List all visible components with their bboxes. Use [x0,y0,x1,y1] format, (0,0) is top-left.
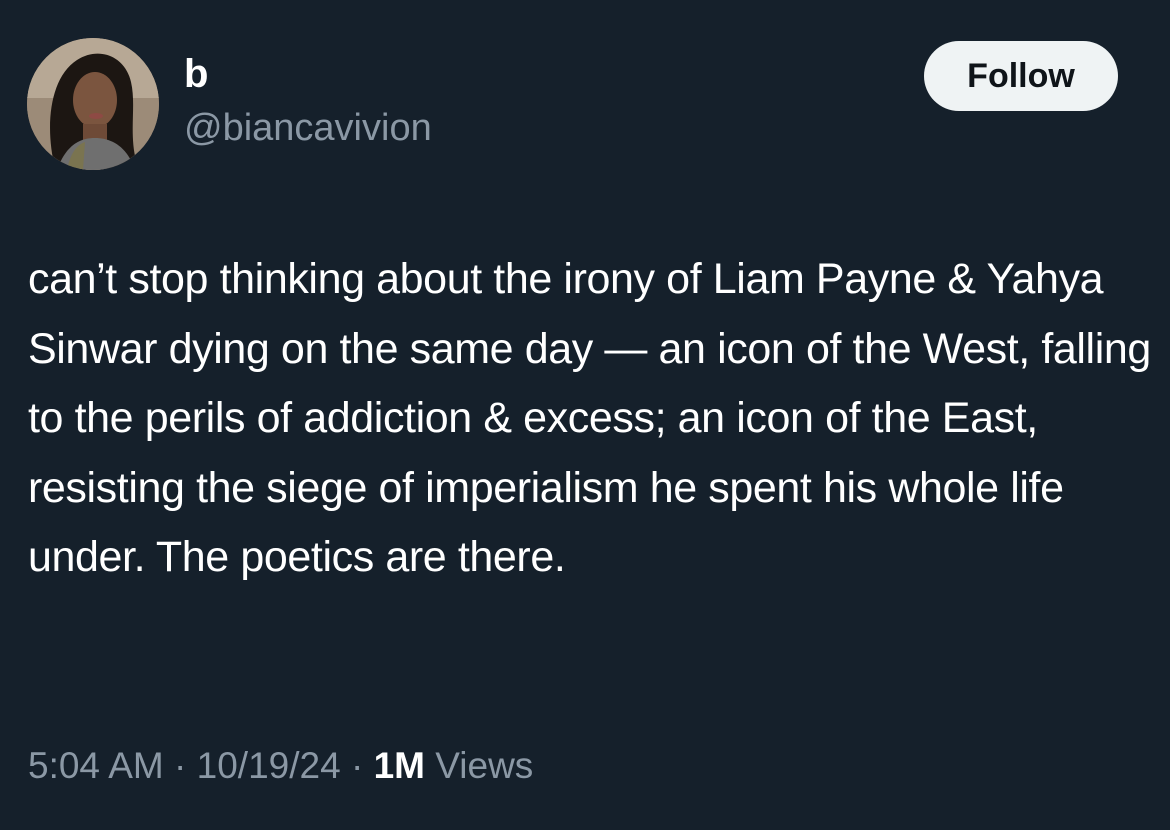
tweet-meta: 5:04 AM · 10/19/24 · 1M Views [28,738,533,794]
meta-separator: · [350,745,364,786]
views-label: Views [435,745,534,786]
tweet-text: can’t stop thinking about the irony of L… [28,255,1151,581]
avatar[interactable] [27,38,159,170]
meta-separator: · [174,745,187,786]
display-name[interactable]: b [184,50,432,98]
follow-button[interactable]: Follow [924,41,1118,111]
tweet-time[interactable]: 5:04 AM [28,745,164,786]
avatar-photo-icon [27,38,159,170]
tweet-date[interactable]: 10/19/24 [197,745,341,786]
user-handle[interactable]: @biancavivion [184,104,432,152]
author-info: b @biancavivion [184,50,432,152]
views-count: 1M [373,745,425,786]
tweet-card: b @biancavivion Follow can’t stop thinki… [0,0,1170,830]
